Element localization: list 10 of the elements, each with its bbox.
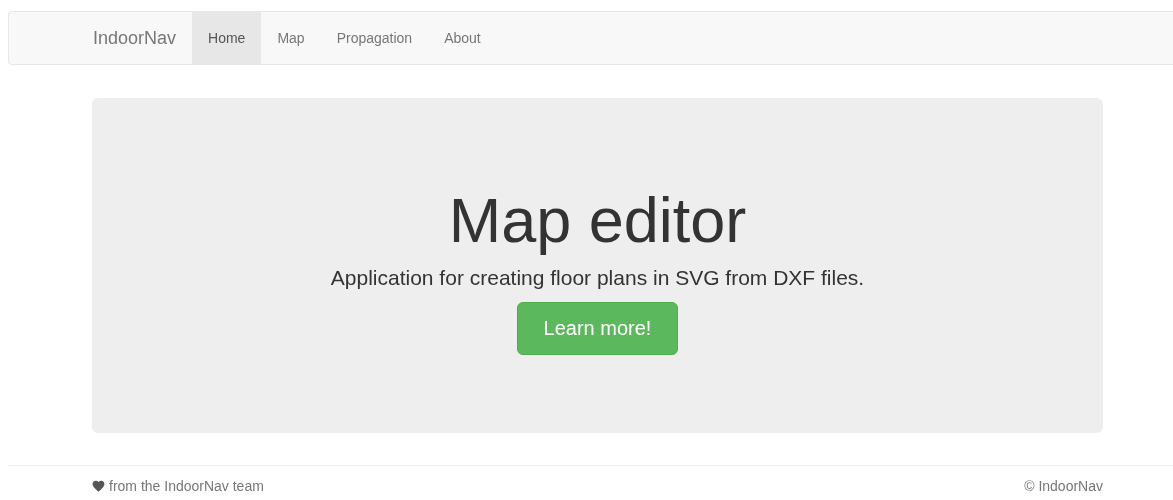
nav-link[interactable]: Home bbox=[192, 12, 262, 64]
nav-link[interactable]: Map bbox=[261, 12, 321, 64]
learn-more-button[interactable]: Learn more! bbox=[516, 301, 679, 355]
copyright-text: © IndoorNav bbox=[1024, 478, 1103, 494]
hero-text: Application for creating floor plans in SVG from DXF files. bbox=[330, 265, 865, 290]
footer-text: from the IndoorNav team bbox=[109, 478, 264, 494]
brand-link[interactable]: IndoorNav bbox=[93, 12, 193, 64]
nav-link[interactable]: Propagation bbox=[320, 12, 429, 64]
nav-link[interactable]: About bbox=[428, 12, 497, 64]
hero-title: Map editor bbox=[448, 184, 747, 256]
